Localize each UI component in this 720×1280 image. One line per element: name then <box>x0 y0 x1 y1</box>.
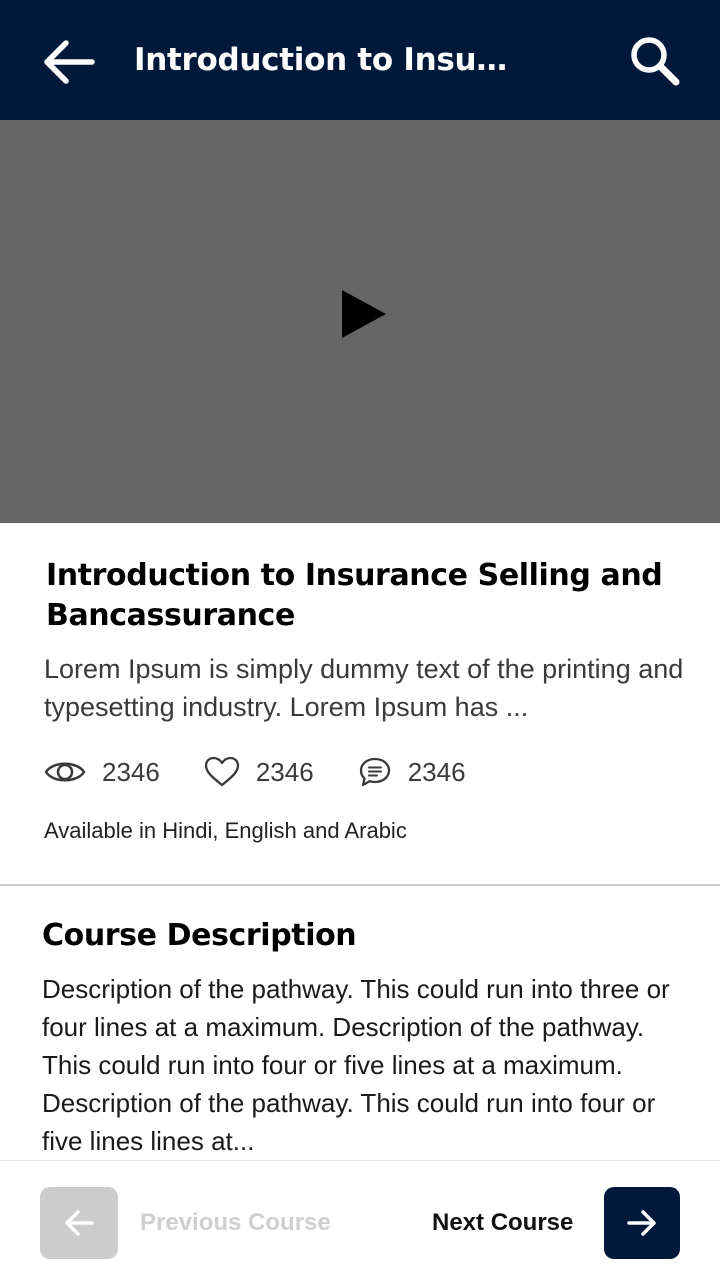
comments-count: 2346 <box>407 756 466 787</box>
arrow-right-icon <box>627 1210 656 1236</box>
course-description-heading: Course Description <box>42 918 357 953</box>
video-player[interactable] <box>0 120 720 523</box>
likes-stat[interactable]: 2346 <box>204 756 314 788</box>
course-navigation-footer: Previous Course Next Course <box>0 1160 720 1280</box>
play-button[interactable] <box>334 284 394 344</box>
search-button[interactable] <box>620 28 690 94</box>
views-stat: 2346 <box>44 757 160 788</box>
previous-course-button[interactable] <box>40 1187 118 1259</box>
comment-icon <box>359 757 390 787</box>
comments-stat[interactable]: 2346 <box>358 756 466 788</box>
heart-icon <box>204 756 239 787</box>
available-languages: Available in Hindi, English and Arabic <box>44 818 407 843</box>
back-button[interactable] <box>36 34 100 90</box>
app-bar: Introduction to Insur… <box>0 0 720 120</box>
course-stats: 2346 2346 2346 <box>44 752 510 792</box>
views-count: 2346 <box>102 756 160 787</box>
course-description-text: Description of the pathway. This could r… <box>42 974 670 1156</box>
arrow-left-icon <box>44 40 95 84</box>
section-divider <box>0 884 720 886</box>
likes-count: 2346 <box>255 756 314 787</box>
previous-course-label[interactable]: Previous Course <box>140 1209 331 1237</box>
page-title: Introduction to Insur… <box>134 42 514 78</box>
next-course-button[interactable] <box>604 1187 680 1259</box>
course-title: Introduction to Insurance Selling and Ba… <box>46 558 663 633</box>
play-icon <box>342 289 386 338</box>
course-summary: Lorem Ipsum is simply dummy text of the … <box>44 654 684 722</box>
eye-icon <box>44 762 86 782</box>
next-course-label[interactable]: Next Course <box>432 1209 573 1237</box>
arrow-left-icon <box>65 1210 94 1236</box>
search-icon <box>631 37 680 86</box>
